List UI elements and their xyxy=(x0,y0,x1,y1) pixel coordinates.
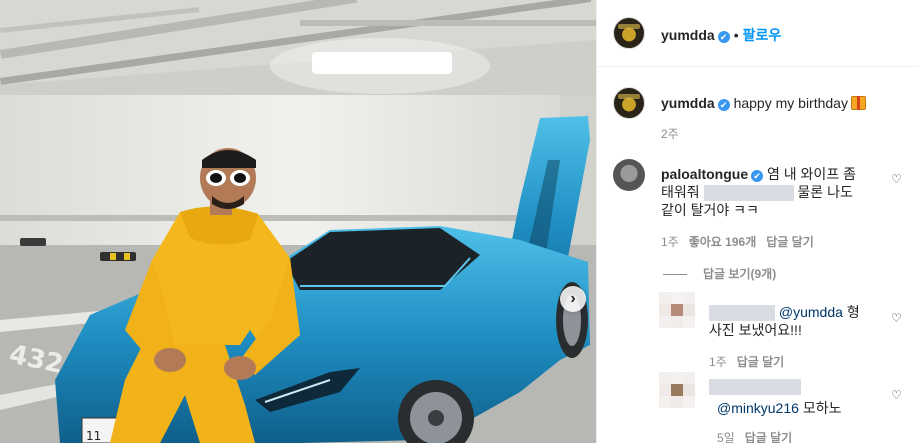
redacted-username xyxy=(709,305,775,322)
reply-text-line1: 형 xyxy=(846,304,860,320)
reply-meta: 5일 답글 달기 xyxy=(717,429,792,443)
caption-text: happy my birthday xyxy=(733,95,848,111)
reply-button[interactable]: 답글 달기 xyxy=(745,431,793,443)
reply-avatar-redacted[interactable] xyxy=(659,292,695,328)
reply-avatar-redacted[interactable] xyxy=(659,372,695,408)
author-username[interactable]: yumdda xyxy=(661,27,715,43)
reply-text: 모하노 xyxy=(802,400,842,416)
like-reply-heart-icon[interactable]: ♡ xyxy=(891,389,903,401)
redacted-username-row xyxy=(709,378,801,396)
comment-meta: 1주 좋아요 196개 답글 달기 xyxy=(661,233,814,250)
reply-button[interactable]: 답글 달기 xyxy=(737,355,785,369)
comment-time[interactable]: 1주 xyxy=(661,235,679,249)
chevron-right-icon: › xyxy=(570,290,576,307)
caption-avatar[interactable] xyxy=(613,87,645,119)
verified-badge-icon: ✔ xyxy=(717,31,730,43)
comment-username[interactable]: paloaltongue xyxy=(661,166,748,182)
post-header: yumdda ✔ • 팔로우 xyxy=(597,0,918,67)
caption-username[interactable]: yumdda xyxy=(661,95,715,111)
reply-time[interactable]: 1주 xyxy=(709,355,727,369)
redacted-username xyxy=(709,379,801,396)
comment-text-line2-end: 물론 나도 xyxy=(797,184,853,200)
reply-button[interactable]: 답글 달기 xyxy=(766,235,814,249)
reply-mention[interactable]: @minkyu216 xyxy=(717,400,799,416)
comment-body: paloaltongue ✔ 염 내 와이프 좀 태워줘 물론 나도 같이 탈거야… xyxy=(661,165,873,219)
view-replies-button[interactable]: 답글 보기(9개) xyxy=(663,265,776,282)
gift-emoji-icon xyxy=(850,96,866,110)
redacted-mention xyxy=(703,185,794,202)
separator-dot: • xyxy=(733,27,739,43)
comment-text-line3: 같이 탈거야 ㅋㅋ xyxy=(661,202,759,219)
reply-text-line2: 사진 보냈어요!!! xyxy=(709,322,802,339)
caption-time[interactable]: 2주 xyxy=(661,125,679,142)
comment-text-line2-start: 태워줘 xyxy=(661,184,700,200)
author-avatar[interactable] xyxy=(613,17,645,49)
post-side-panel: yumdda ✔ • 팔로우 yumdda ✔ happy my birthday 2주… xyxy=(596,0,918,443)
reply-mention[interactable]: @yumdda xyxy=(779,304,843,320)
garage-car-photo: 432 11 xyxy=(0,0,596,443)
comment-text-line1: 염 내 와이프 좀 xyxy=(767,166,856,182)
verified-badge-icon: ✔ xyxy=(717,99,730,111)
reply-meta: 1주 답글 달기 xyxy=(709,353,784,370)
like-comment-heart-icon[interactable]: ♡ xyxy=(891,173,903,185)
caption-row: yumdda ✔ happy my birthday xyxy=(661,95,866,111)
replies-divider-line xyxy=(663,274,687,276)
reply-body: @minkyu216 모하노 xyxy=(717,398,841,418)
view-replies-label: 답글 보기(9개) xyxy=(703,267,777,281)
comment-likes[interactable]: 좋아요 196개 xyxy=(689,235,757,249)
commenter-avatar[interactable] xyxy=(613,159,645,191)
reply-time[interactable]: 5일 xyxy=(717,431,735,443)
follow-button[interactable]: 팔로우 xyxy=(743,27,782,43)
next-photo-button[interactable]: › xyxy=(560,286,586,312)
verified-badge-icon: ✔ xyxy=(751,170,764,182)
svg-text:11: 11 xyxy=(86,429,101,443)
reply-body: @yumdda 형 사진 보냈어요!!! xyxy=(709,303,879,339)
like-reply-heart-icon[interactable]: ♡ xyxy=(891,312,903,324)
post-photo[interactable]: 432 11 › xyxy=(0,0,596,443)
header-user-row: yumdda ✔ • 팔로우 xyxy=(661,25,781,45)
